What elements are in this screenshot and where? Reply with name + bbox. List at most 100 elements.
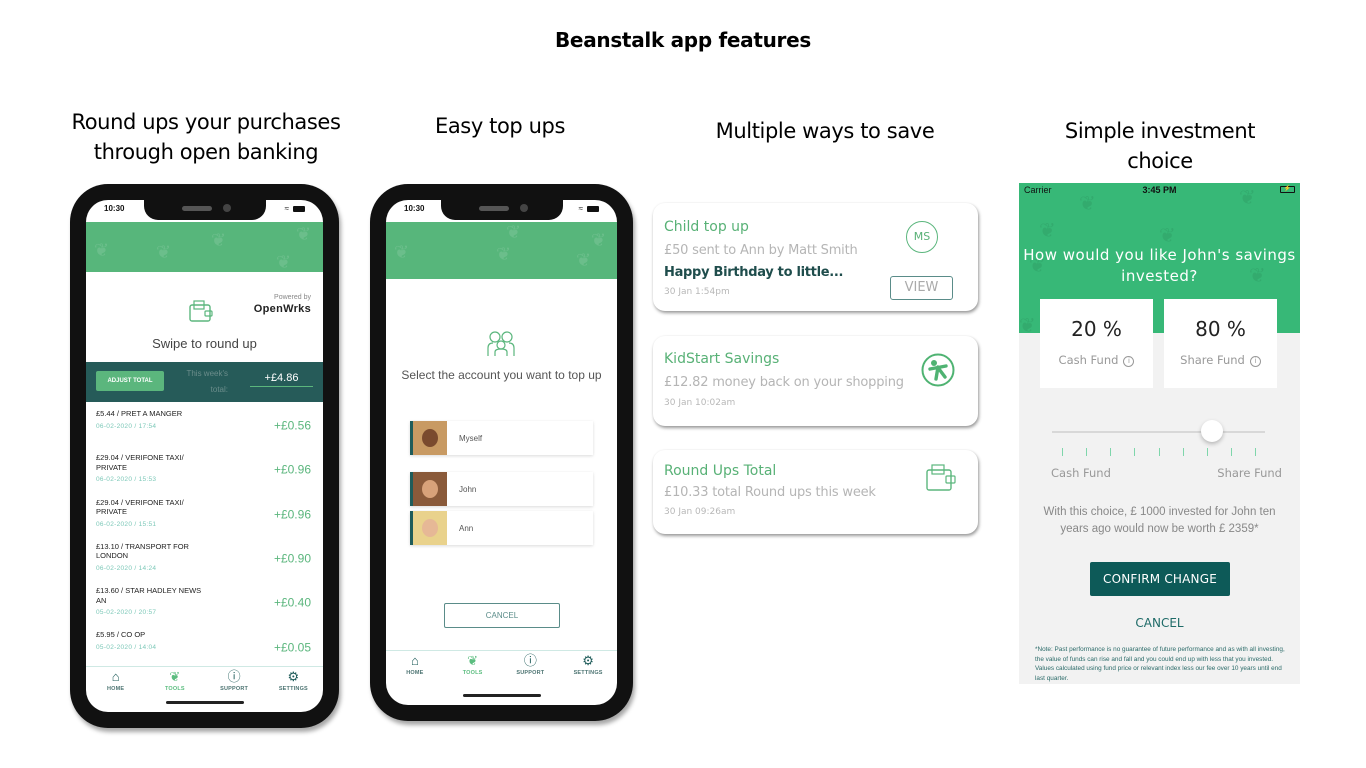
cancel-button[interactable]: CANCEL	[1019, 616, 1300, 630]
slider-tick	[1062, 448, 1063, 456]
card-time: 30 Jan 09:26am	[664, 507, 736, 517]
roundup-amount: +£0.05	[273, 640, 311, 655]
tab-home[interactable]: ⌂ HOME	[387, 651, 443, 684]
leaf-icon: ❦	[467, 653, 479, 668]
wifi-icon: ≈	[284, 204, 289, 213]
tab-tools[interactable]: ❦ TOOLS	[147, 667, 203, 700]
transaction-row[interactable]: £5.95 / CO OP 05-02-2020 / 14:04 +£0.05	[86, 623, 323, 667]
gear-icon: ⚙	[582, 653, 594, 668]
transaction-list: £5.44 / PRET A MANGER 06-02-2020 / 17:54 +…	[86, 402, 323, 668]
battery-charging-icon: ⚡	[1280, 186, 1295, 193]
card-kidstart-savings[interactable]: KidStart Savings £12.82 money back on yo…	[653, 336, 978, 426]
leaf-pattern-icon: ❦	[394, 242, 410, 262]
sender-initials-badge: MS	[906, 221, 938, 253]
leaf-pattern-icon: ❦	[591, 230, 607, 250]
confirm-change-button[interactable]: CONFIRM CHANGE	[1090, 562, 1230, 596]
tab-support[interactable]: ⓘ SUPPORT	[502, 651, 558, 684]
tab-settings[interactable]: ⚙ SETTINGS	[560, 651, 616, 684]
investment-screen: ❦ ❦ ❦ ❦ ❦ ❦ ❦ Carrier 3:45 PM ⚡ How woul…	[1019, 183, 1300, 684]
status-bar: Carrier 3:45 PM ⚡	[1019, 185, 1300, 197]
status-time: 10:30	[404, 204, 425, 213]
allocation-slider-track[interactable]	[1052, 431, 1265, 433]
slider-tick	[1134, 448, 1136, 456]
transaction-row[interactable]: £29.04 / VERIFONE TAXI/ PRIVATE 06-02-202…	[86, 491, 323, 535]
tab-tools[interactable]: ❦ TOOLS	[445, 651, 501, 684]
gear-icon: ⚙	[287, 669, 300, 684]
bottom-tab-bar: ⌂ HOME ❦ TOOLS ⓘ SUPPORT ⚙ SETTINGS	[86, 666, 323, 700]
account-name: John	[459, 484, 477, 494]
header-banner: ❦ ❦ ❦ ❦ ❦	[386, 222, 617, 279]
home-icon: ⌂	[111, 669, 120, 684]
slider-tick	[1182, 448, 1184, 456]
slider-tick	[1110, 448, 1112, 456]
tab-label: SETTINGS	[278, 686, 308, 692]
account-myself[interactable]: Myself	[410, 421, 593, 455]
wifi-icon: ≈	[578, 204, 583, 213]
select-account-prompt: Select the account you want to top up	[401, 368, 602, 382]
transaction-row[interactable]: £5.44 / PRET A MANGER 06-02-2020 / 17:54 +…	[86, 402, 323, 446]
transaction-description: £29.04 / VERIFONE TAXI/ PRIVATE	[96, 453, 184, 472]
roundups-screen: 10:30 ≈ ❦ ❦ ❦ ❦ ❦ Powered by OpenWrks Sw…	[86, 200, 323, 712]
week-total-label: This week's total:	[186, 369, 228, 394]
tab-home[interactable]: ⌂ HOME	[88, 667, 144, 700]
info-icon[interactable]: i	[1123, 356, 1135, 367]
transaction-row[interactable]: £13.10 / TRANSPORT FOR LONDON 06-02-2020 …	[86, 535, 323, 579]
tab-support[interactable]: ⓘ SUPPORT	[206, 667, 262, 700]
roundup-amount: +£0.90	[273, 551, 311, 566]
cancel-button[interactable]: CANCEL	[444, 603, 560, 628]
leaf-pattern-icon: ❦	[156, 242, 172, 262]
tab-label: SUPPORT	[516, 670, 545, 676]
tab-label: TOOLS	[462, 670, 483, 676]
slide-title: Beanstalk app features	[554, 28, 811, 52]
card-subtitle: £50 sent to Ann by Matt Smith	[664, 243, 858, 258]
caption-ways-to-save: Multiple ways to save	[715, 119, 935, 143]
family-icon	[487, 331, 515, 356]
card-title: Round Ups Total	[664, 463, 777, 479]
cash-fund-percent: 20 %	[1071, 317, 1122, 341]
transaction-description: £13.60 / STAR HADLEY NEWS AN	[96, 586, 202, 605]
account-john[interactable]: John	[410, 472, 593, 506]
tab-settings[interactable]: ⚙ SETTINGS	[265, 667, 321, 700]
adjust-total-button[interactable]: ADJUST TOTAL	[96, 371, 164, 391]
topup-screen: 10:30 ≈ ❦ ❦ ❦ ❦ ❦ Select the account you…	[386, 200, 617, 705]
wallet-icon	[189, 300, 213, 322]
card-title: KidStart Savings	[664, 351, 780, 367]
card-time: 30 Jan 10:02am	[664, 398, 736, 408]
transaction-date: 06-02-2020 / 14:24	[96, 564, 157, 572]
leaf-pattern-icon: ❦	[1039, 220, 1056, 242]
slider-max-label: Share Fund	[1217, 466, 1282, 480]
leaf-pattern-icon: ❦	[211, 230, 227, 250]
leaf-pattern-icon: ❦	[296, 224, 312, 244]
status-time: 3:45 PM	[1142, 185, 1177, 195]
transaction-date: 06-02-2020 / 15:51	[96, 520, 157, 528]
share-fund-label-text: Share Fund	[1180, 353, 1245, 367]
roundup-amount: +£0.96	[273, 462, 311, 477]
slider-min-label: Cash Fund	[1051, 466, 1111, 480]
account-name: Myself	[459, 433, 483, 443]
caption-round-ups: Round ups your purchases through open ba…	[71, 110, 341, 164]
card-child-top-up[interactable]: Child top up £50 sent to Ann by Matt Smi…	[653, 203, 978, 311]
allocation-slider-handle[interactable]	[1200, 420, 1223, 442]
transaction-row[interactable]: £13.60 / STAR HADLEY NEWS AN 05-02-2020 /…	[86, 579, 323, 623]
leaf-pattern-icon: ❦	[276, 252, 292, 272]
view-button[interactable]: VIEW	[890, 276, 953, 300]
leaf-pattern-icon: ❦	[94, 240, 110, 260]
info-icon[interactable]: i	[1249, 356, 1261, 367]
card-subtitle: £10.33 total Round ups this week	[664, 485, 876, 500]
powered-by: Powered by OpenWrks	[254, 294, 311, 315]
share-fund-label: Share Fund i	[1164, 353, 1277, 367]
card-round-ups-total[interactable]: Round Ups Total £10.33 total Round ups t…	[653, 450, 978, 534]
weekly-total-bar: ADJUST TOTAL This week's total: +£4.86	[86, 362, 323, 402]
slider-tick	[1230, 448, 1232, 456]
leaf-pattern-icon: ❦	[496, 244, 512, 264]
avatar	[413, 421, 447, 455]
powered-by-label: Powered by	[274, 294, 311, 301]
battery-icon	[293, 205, 305, 212]
account-ann[interactable]: Ann	[410, 511, 593, 545]
week-total-value[interactable]: +£4.86	[250, 372, 313, 387]
cash-fund-label-text: Cash Fund	[1058, 353, 1119, 367]
transaction-row[interactable]: £29.04 / VERIFONE TAXI/ PRIVATE 06-02-202…	[86, 446, 323, 490]
tab-label: HOME	[406, 670, 424, 676]
share-fund-percent: 80 %	[1195, 317, 1246, 341]
transaction-description: £5.44 / PRET A MANGER	[96, 409, 183, 418]
